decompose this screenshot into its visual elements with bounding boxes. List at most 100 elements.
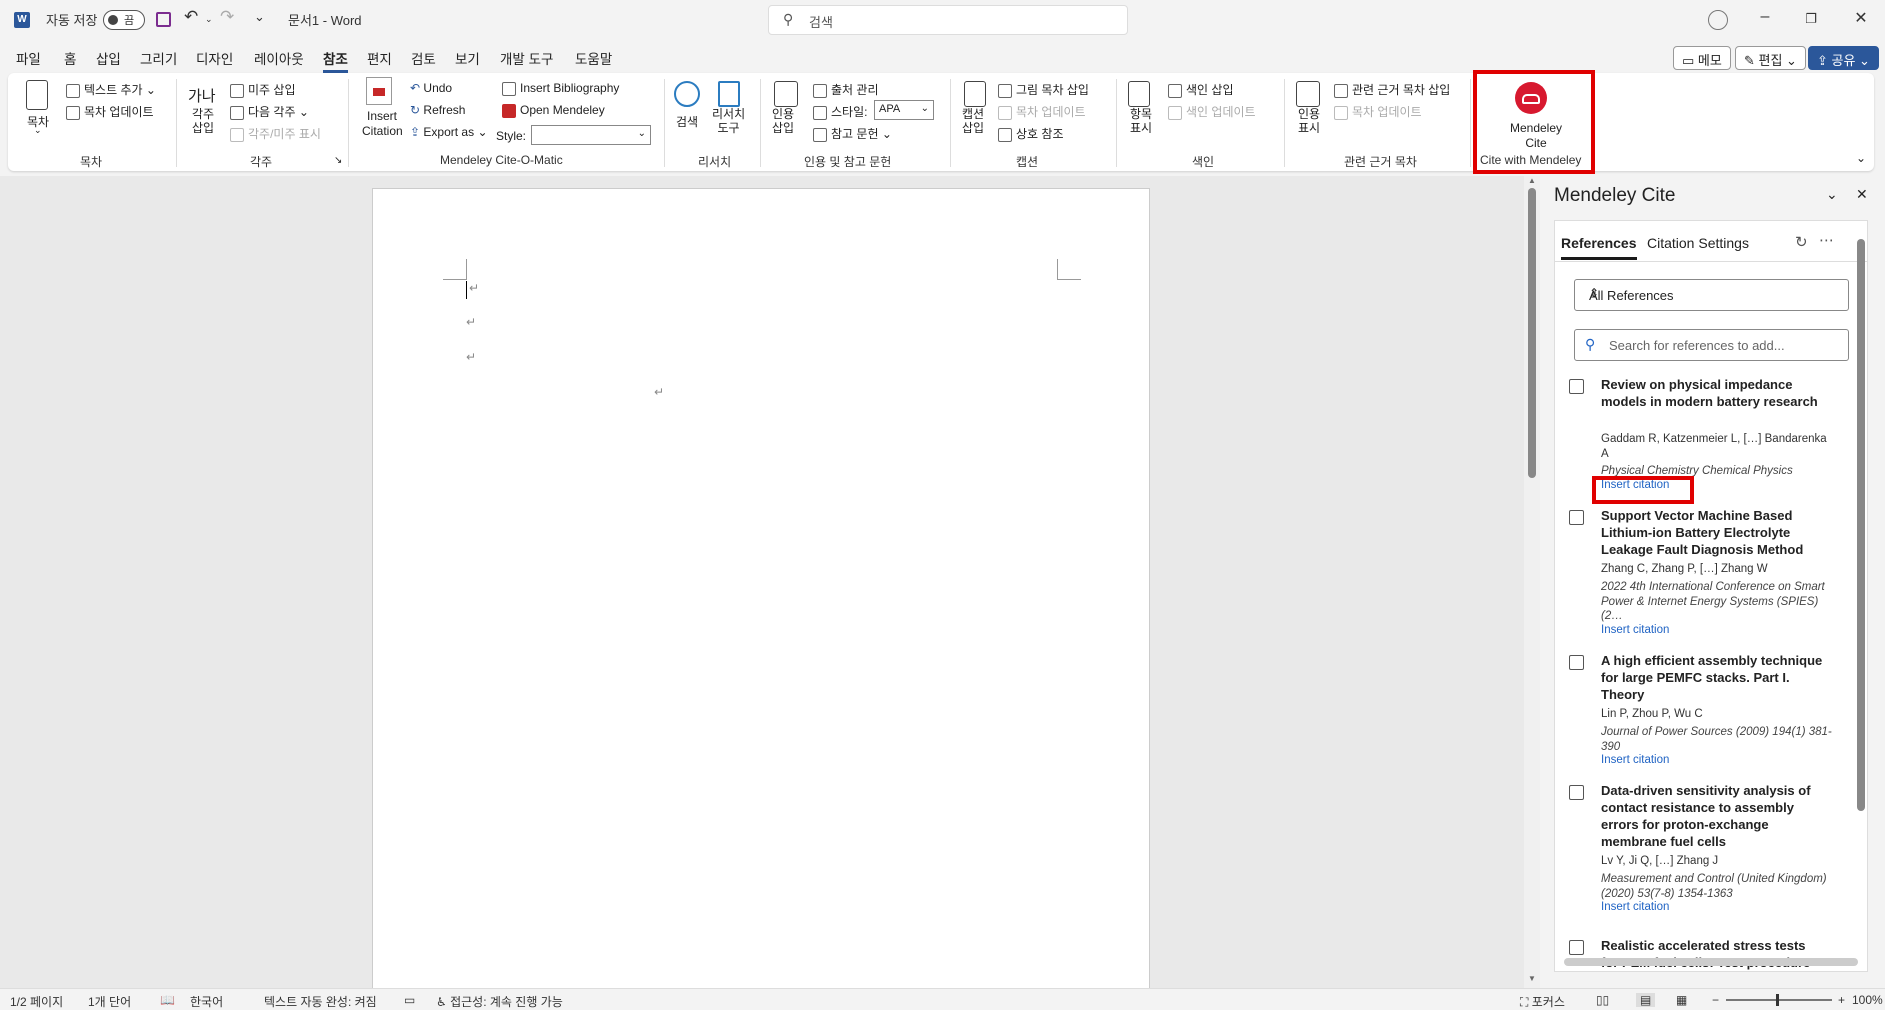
export-as-button[interactable]: ⇪ Export as ⌄: [410, 125, 488, 139]
tab-developer[interactable]: 개발 도구: [500, 48, 553, 68]
style-label: Style:: [496, 129, 527, 143]
add-text-button[interactable]: 텍스트 추가 ⌄: [66, 81, 156, 98]
insert-endnote-button[interactable]: 미주 삽입: [230, 81, 296, 98]
insert-citation-link[interactable]: Insert citation: [1601, 754, 1669, 766]
highlight-box-mendeley-cite: [1473, 70, 1595, 174]
comments-button[interactable]: ▭ 메모: [1673, 46, 1731, 70]
tab-references[interactable]: 참조: [323, 48, 348, 73]
text-prediction-status[interactable]: 텍스트 자동 완성: 켜짐: [264, 993, 377, 1010]
tab-references-panel[interactable]: References: [1561, 235, 1637, 260]
reference-checkbox[interactable]: [1569, 379, 1584, 394]
tab-view[interactable]: 보기: [455, 48, 480, 68]
menu-bar: 파일 홈 삽입 그리기 디자인 레이아웃 참조 편지 검토 보기 개발 도구 도…: [0, 44, 1885, 73]
tab-file[interactable]: 파일: [16, 48, 41, 68]
next-footnote-button[interactable]: 다음 각주 ⌄: [230, 103, 309, 120]
macro-icon[interactable]: ▭: [404, 993, 415, 1007]
document-page[interactable]: ↵ ↵ ↵ ↵: [372, 188, 1150, 1008]
tab-layout[interactable]: 레이아웃: [254, 48, 304, 68]
customize-toolbar-icon[interactable]: ⌄: [254, 9, 265, 25]
tab-citation-settings[interactable]: Citation Settings: [1647, 235, 1749, 251]
reference-search-input[interactable]: ⚲ Search for references to add...: [1574, 329, 1849, 361]
zoom-slider[interactable]: [1726, 994, 1832, 1006]
panel-close-icon[interactable]: ✕: [1856, 186, 1868, 203]
tab-draw[interactable]: 그리기: [140, 48, 177, 68]
panel-collapse-icon[interactable]: ⌄: [1826, 186, 1838, 203]
sync-icon[interactable]: ↻: [1795, 233, 1808, 251]
tab-review[interactable]: 검토: [411, 48, 436, 68]
tab-mailings[interactable]: 편지: [367, 48, 392, 68]
researcher-icon: [718, 81, 740, 107]
paragraph-mark: ↵: [466, 315, 477, 329]
reference-checkbox[interactable]: [1569, 655, 1584, 670]
undo-icon[interactable]: ↶: [184, 7, 198, 27]
close-icon[interactable]: ✕: [1846, 8, 1876, 28]
bibliography-button[interactable]: 참고 문헌 ⌄: [813, 125, 892, 142]
panel-scrollbar[interactable]: [1855, 221, 1867, 973]
restore-icon[interactable]: ❐: [1796, 11, 1826, 27]
tab-help[interactable]: 도움말: [575, 48, 612, 68]
focus-button[interactable]: ⛶ 포커스: [1520, 993, 1565, 1010]
insert-citation-link[interactable]: Insert citation: [1601, 624, 1669, 636]
show-notes-icon: [230, 127, 244, 142]
mark-entry-button[interactable]: 항목 표시: [1130, 107, 1152, 135]
reference-checkbox[interactable]: [1569, 940, 1584, 955]
research-search-button[interactable]: 검색: [676, 113, 698, 130]
panel-horizontal-scrollbar[interactable]: [1564, 958, 1858, 966]
undo-dropdown-icon[interactable]: ⌄: [205, 14, 213, 25]
share-button[interactable]: ⇪ 공유 ⌄: [1808, 46, 1879, 70]
update-figures-icon: [998, 105, 1012, 120]
footnote-launcher-icon[interactable]: ↘: [334, 155, 342, 166]
search-research-icon: [674, 81, 700, 107]
zoom-in-icon[interactable]: +: [1838, 993, 1845, 1007]
word-count[interactable]: 1개 단어: [88, 993, 131, 1010]
language[interactable]: 한국어: [190, 993, 223, 1010]
citation-style-select[interactable]: APA ⌄: [874, 100, 934, 120]
mark-citation-icon: [1296, 81, 1320, 107]
document-scrollbar[interactable]: ▲ ▼: [1524, 176, 1540, 988]
researcher-button[interactable]: 리서치 도구: [712, 107, 745, 135]
zoom-level[interactable]: 100%: [1852, 993, 1883, 1007]
reference-journal: Journal of Power Sources (2009) 194(1) 3…: [1601, 726, 1832, 753]
insert-bibliography-button[interactable]: Insert Bibliography: [502, 81, 619, 96]
search-box[interactable]: ⚲ 검색: [768, 5, 1128, 35]
references-filter-select[interactable]: All References ⇕: [1574, 279, 1849, 311]
minimize-icon[interactable]: –: [1750, 8, 1780, 26]
editing-mode-button[interactable]: ✎ 편집 ⌄: [1735, 46, 1806, 70]
insert-footnote-button[interactable]: 각주 삽입: [192, 107, 214, 135]
accessibility-status[interactable]: ♿ 접근성: 계속 진행 가능: [436, 993, 563, 1010]
insert-citation-word-button[interactable]: 인용 삽입: [772, 107, 794, 135]
account-icon[interactable]: [1708, 10, 1728, 30]
more-options-icon[interactable]: ⋯: [1819, 231, 1834, 249]
insert-caption-button[interactable]: 캡션 삽입: [962, 107, 984, 135]
cross-reference-button[interactable]: 상호 참조: [998, 125, 1064, 142]
open-mendeley-button[interactable]: Open Mendeley: [502, 103, 605, 118]
reference-checkbox[interactable]: [1569, 785, 1584, 800]
page-count[interactable]: 1/2 페이지: [10, 993, 63, 1010]
tab-design[interactable]: 디자인: [196, 48, 233, 68]
read-mode-icon[interactable]: ▯▯: [1596, 993, 1609, 1007]
proofing-icon[interactable]: 📖: [160, 993, 175, 1007]
update-toc-button[interactable]: 목차 업데이트: [66, 103, 154, 120]
collapse-ribbon-icon[interactable]: ⌄: [1856, 151, 1866, 165]
zoom-out-icon[interactable]: −: [1712, 993, 1719, 1007]
table-of-contents-icon: [26, 80, 48, 110]
web-layout-icon[interactable]: ▦: [1676, 993, 1687, 1007]
manage-sources-button[interactable]: 출처 관리: [813, 81, 879, 98]
group-label-research: 리서치: [698, 155, 732, 169]
tab-home[interactable]: 홈: [64, 48, 76, 68]
insert-table-of-figures-button[interactable]: 그림 목차 삽입: [998, 81, 1089, 98]
save-icon[interactable]: [156, 12, 171, 27]
reference-authors: Lin P, Zhou P, Wu C: [1601, 708, 1703, 720]
insert-citation-link[interactable]: Insert citation: [1601, 901, 1669, 913]
style-select[interactable]: ⌄: [531, 125, 651, 145]
mark-citation-button[interactable]: 인용 표시: [1298, 107, 1320, 135]
undo-button[interactable]: ↶ Undo: [410, 81, 452, 95]
insert-citation-button[interactable]: Insert Citation: [362, 109, 403, 139]
insert-index-button[interactable]: 색인 삽입: [1168, 81, 1234, 98]
reference-checkbox[interactable]: [1569, 510, 1584, 525]
refresh-button[interactable]: ↻ Refresh: [410, 103, 465, 117]
print-layout-icon[interactable]: ▤: [1636, 993, 1656, 1007]
tab-insert[interactable]: 삽입: [96, 48, 121, 68]
insert-table-of-authorities-button[interactable]: 관련 근거 목차 삽입: [1334, 81, 1450, 98]
autosave-toggle[interactable]: 끔: [103, 10, 145, 30]
